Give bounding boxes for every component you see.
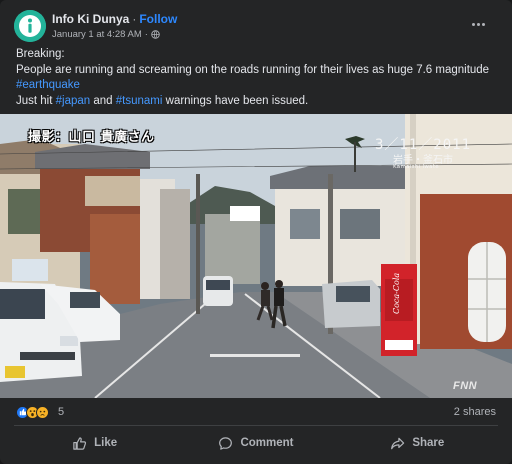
post-timestamp[interactable]: January 1 at 4:28 AM: [52, 29, 142, 40]
share-label: Share: [412, 437, 445, 449]
page-avatar[interactable]: [14, 10, 46, 42]
reactions-bar: 5 2 shares: [16, 404, 496, 420]
video-caption-overlay: 撮影：山口 貴廣さん: [28, 130, 155, 145]
post-body: Breaking: People are running and screami…: [16, 47, 498, 109]
broadcaster-logo: FNN: [453, 380, 478, 392]
hashtag-japan[interactable]: #japan: [56, 95, 91, 107]
share-button[interactable]: Share: [337, 429, 498, 457]
video-place-romaji: Kamaishi Iwate: [393, 164, 439, 170]
hashtag-earthquake[interactable]: #earthquake: [16, 79, 80, 91]
post-text-fragment: and: [90, 94, 116, 107]
info-icon: [14, 10, 46, 42]
globe-icon: [151, 30, 160, 39]
like-button[interactable]: Like: [14, 429, 175, 457]
actions-divider: [14, 425, 498, 426]
post-video[interactable]: Coca-Cola 撮影：山口 貴廣さん 3／11／2011 岩手・釜石市 Ka…: [0, 114, 512, 398]
post-actions: Like Comment Share: [14, 429, 498, 457]
more-horizontal-icon[interactable]: [468, 16, 488, 32]
page-name-row: Info Ki Dunya · Follow: [52, 12, 177, 26]
hashtag-tsunami[interactable]: #tsunami: [116, 95, 163, 107]
post-text-fragment: warnings have been issued.: [162, 94, 309, 107]
post-card: Info Ki Dunya · Follow January 1 at 4:28 A…: [0, 0, 512, 464]
reaction-icons[interactable]: [16, 405, 49, 419]
follow-button[interactable]: Follow: [139, 12, 177, 26]
share-arrow-icon: [391, 437, 405, 449]
comment-bubble-icon: [219, 436, 233, 450]
post-meta: January 1 at 4:28 AM ·: [52, 29, 160, 40]
comment-button[interactable]: Comment: [175, 429, 336, 457]
post-text-fragment: Just hit: [16, 94, 56, 107]
name-separator: ·: [132, 12, 137, 26]
reaction-count[interactable]: 5: [58, 406, 64, 418]
post-text-line: People are running and screaming on the …: [16, 63, 490, 76]
shares-count[interactable]: 2 shares: [454, 406, 496, 418]
page-name[interactable]: Info Ki Dunya: [52, 12, 129, 26]
thumbs-up-icon: [73, 436, 87, 450]
sad-icon: [36, 405, 49, 419]
meta-separator: ·: [144, 29, 148, 40]
vending-machine-text: Coca-Cola: [392, 273, 401, 314]
comment-label: Comment: [240, 437, 294, 449]
post-text-line: Breaking:: [16, 48, 65, 60]
post-header: Info Ki Dunya · Follow January 1 at 4:28 A…: [14, 10, 498, 44]
like-label: Like: [94, 437, 118, 449]
